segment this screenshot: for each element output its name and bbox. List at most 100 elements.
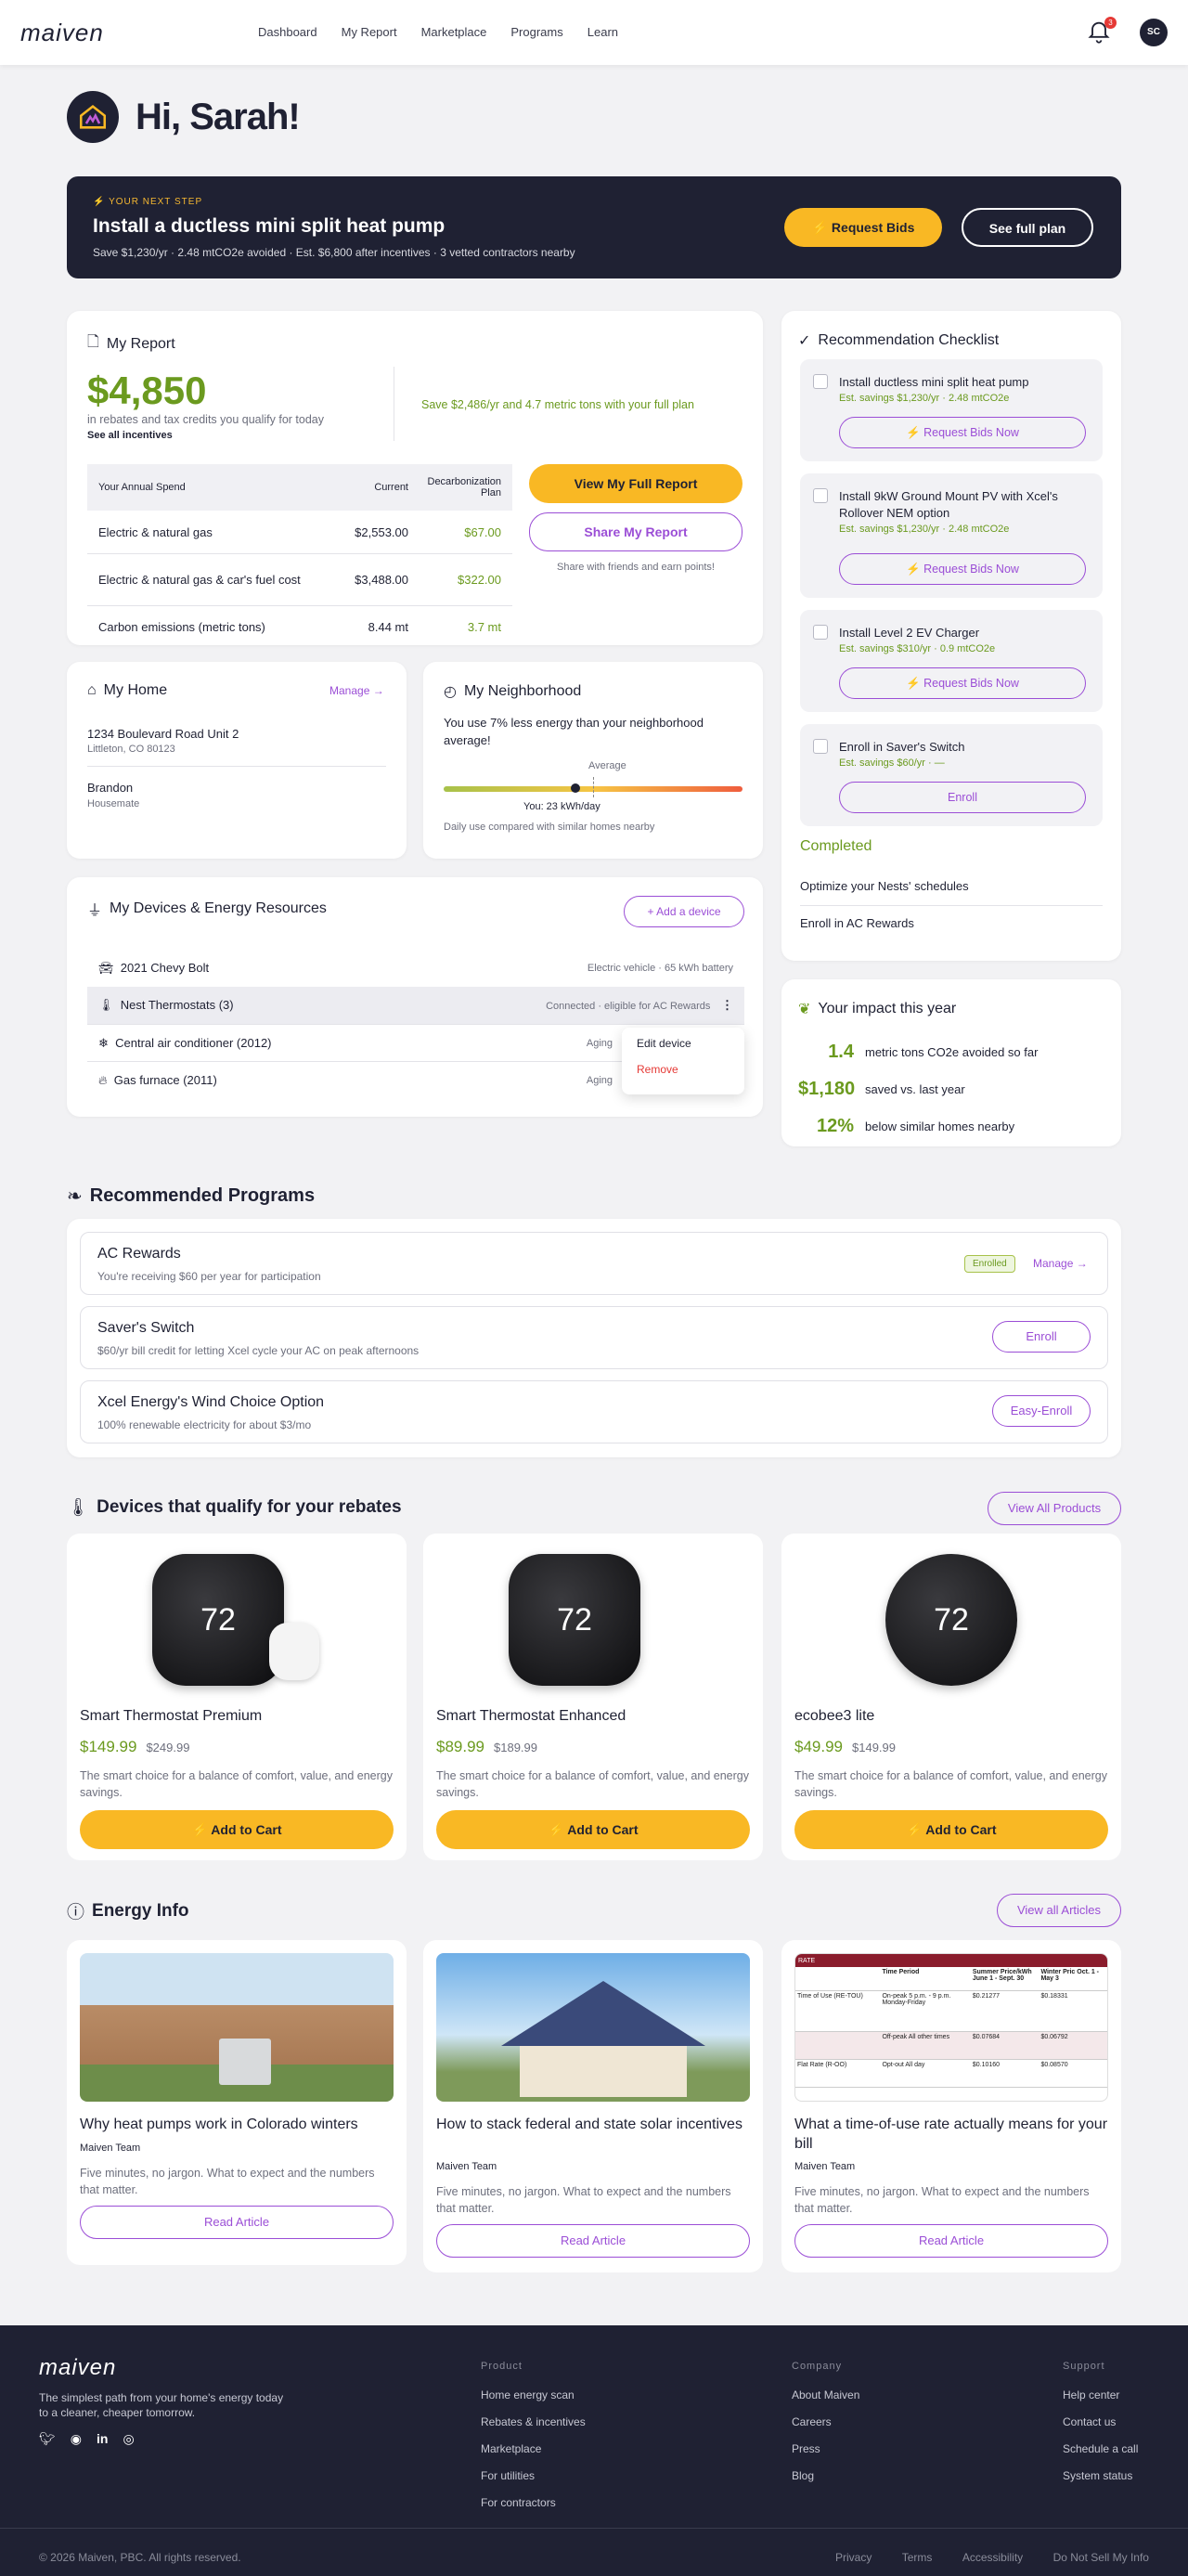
nav-dashboard[interactable]: Dashboard: [258, 25, 317, 39]
impact-value: 1.4: [828, 1041, 854, 1062]
product-name[interactable]: ecobee3 lite: [794, 1708, 874, 1725]
nav-programs[interactable]: Programs: [510, 25, 562, 39]
checklist-checkbox[interactable]: [813, 739, 828, 754]
maiven-logo[interactable]: maiven: [20, 19, 104, 47]
checklist-checkbox[interactable]: [813, 488, 828, 503]
program-name: AC Rewards: [97, 1246, 181, 1262]
info-icon: ⓘ: [67, 1903, 85, 1922]
checklist-checkbox[interactable]: [813, 625, 828, 640]
manage-program-link[interactable]: Manage →: [1033, 1257, 1088, 1270]
price-row: $149.99 $249.99: [80, 1738, 189, 1756]
add-to-cart-button[interactable]: ⚡ Add to Cart: [80, 1810, 394, 1849]
impact-stats: 1.4 metric tons CO2e avoided so far $1,18…: [798, 1033, 1104, 1145]
github-icon[interactable]: ◉: [71, 2431, 82, 2447]
product-price: $89.99: [436, 1738, 484, 1755]
device-row[interactable]: 🚘︎ 2021 Chevy Bolt Electric vehicle · 65 …: [87, 950, 744, 987]
footer-link[interactable]: Press: [792, 2442, 859, 2455]
footer-logo[interactable]: maiven: [39, 2355, 116, 2381]
request-bids-button[interactable]: ⚡ Request Bids: [784, 208, 942, 247]
see-all-incentives-link[interactable]: See all incentives: [87, 430, 173, 441]
product-old-price: $189.99: [494, 1741, 537, 1754]
product-card: 72 ecobee3 lite $49.99 $149.99 The smart…: [781, 1534, 1121, 1860]
more-options-icon[interactable]: ⋮: [721, 998, 733, 1012]
edit-device-option[interactable]: Edit device: [637, 1037, 730, 1050]
device-name: Nest Thermostats (3): [120, 998, 234, 1012]
check-icon: ✓: [798, 333, 811, 349]
product-name[interactable]: Smart Thermostat Premium: [80, 1708, 262, 1725]
rate-table-row: Time of Use (RE-TOU) On-peak 5 p.m. - 9 …: [795, 1991, 1107, 2032]
footer-link[interactable]: System status: [1063, 2469, 1138, 2482]
do-not-sell-link[interactable]: Do Not Sell My Info: [1053, 2551, 1149, 2564]
checklist-header: ✓ Recommendation Checklist: [798, 332, 1000, 349]
footer-link[interactable]: Home energy scan: [481, 2388, 586, 2401]
program-desc: You're receiving $60 per year for partic…: [97, 1270, 321, 1283]
remove-device-option[interactable]: Remove: [637, 1063, 730, 1076]
products-header: 🌡︎ Devices that qualify for your rebates: [67, 1497, 402, 1518]
checklist-item-meta: Est. savings $1,230/yr · 2.48 mtCO2e: [839, 393, 1010, 404]
privacy-link[interactable]: Privacy: [835, 2551, 872, 2564]
view-all-articles-button[interactable]: View all Articles: [997, 1894, 1121, 1927]
footer-col-product: Product Home energy scan Rebates & incen…: [481, 2361, 586, 2523]
add-device-button[interactable]: + Add a device: [624, 896, 744, 927]
device-meta: Aging: [586, 1074, 613, 1086]
document-icon: 🗋: [87, 334, 99, 350]
footer-link[interactable]: About Maiven: [792, 2388, 859, 2401]
easy-enroll-button[interactable]: Easy-Enroll: [992, 1395, 1091, 1427]
checklist-action-button[interactable]: Enroll: [839, 782, 1086, 813]
footer-link[interactable]: Contact us: [1063, 2415, 1138, 2428]
rate-table-col-heads: Time Period Summer Price/kWh June 1 - Se…: [795, 1967, 1107, 1991]
add-to-cart-button[interactable]: ⚡ Add to Cart: [794, 1810, 1108, 1849]
thermometer-icon: 🌡︎: [98, 998, 114, 1012]
accessibility-link[interactable]: Accessibility: [962, 2551, 1023, 2564]
checklist-item-title: Install 9kW Ground Mount PV with Xcel's …: [839, 489, 1058, 520]
programs-card: AC Rewards You're receiving $60 per year…: [67, 1219, 1121, 1457]
article-title[interactable]: How to stack federal and state solar inc…: [436, 2115, 750, 2134]
energy-info-header: ⓘ Energy Info: [67, 1898, 189, 1923]
nav-my-report[interactable]: My Report: [342, 25, 397, 39]
see-full-plan-button[interactable]: See full plan: [962, 208, 1093, 247]
share-report-button[interactable]: Share My Report: [529, 512, 742, 551]
enroll-button[interactable]: Enroll: [992, 1321, 1091, 1353]
add-to-cart-button[interactable]: ⚡ Add to Cart: [436, 1810, 750, 1849]
read-article-button[interactable]: Read Article: [794, 2224, 1108, 2258]
footer-col-heading: Product: [481, 2361, 523, 2372]
view-full-report-button[interactable]: View My Full Report: [529, 464, 742, 503]
checklist-action-button[interactable]: ⚡ Request Bids Now: [839, 553, 1086, 585]
programs-header: ❧ Recommended Programs: [67, 1185, 316, 1207]
terms-link[interactable]: Terms: [902, 2551, 933, 2564]
nav-marketplace[interactable]: Marketplace: [421, 25, 487, 39]
share-note: Share with friends and earn points!: [557, 562, 715, 573]
checklist-action-button[interactable]: ⚡ Request Bids Now: [839, 667, 1086, 699]
footer-link[interactable]: Blog: [792, 2469, 859, 2482]
table-row: Electric & natural gas & car's fuel cost…: [87, 553, 512, 605]
twitter-icon[interactable]: 🐦︎: [39, 2431, 56, 2447]
read-article-button[interactable]: Read Article: [436, 2224, 750, 2258]
my-report-card: 🗋 My Report $4,850 in rebates and tax cre…: [67, 311, 763, 645]
footer-link[interactable]: Schedule a call: [1063, 2442, 1138, 2455]
manage-home-link[interactable]: Manage →: [329, 684, 384, 697]
linkedin-icon[interactable]: in: [97, 2431, 108, 2447]
impact-card: ❦ Your impact this year 1.4 metric tons CO…: [781, 979, 1121, 1146]
footer-link[interactable]: Careers: [792, 2415, 859, 2428]
checklist-action-button[interactable]: ⚡ Request Bids Now: [839, 417, 1086, 448]
article-title[interactable]: What a time-of-use rate actually means f…: [794, 2115, 1108, 2154]
rate-table-row: Flat Rate (R-OO) Opt-out All day $0.1016…: [795, 2060, 1107, 2088]
footer-link[interactable]: For utilities: [481, 2469, 586, 2482]
device-row[interactable]: 🌡︎ Nest Thermostats (3) Connected · eligi…: [87, 987, 744, 1024]
social-links: 🐦︎ ◉ in ◎: [39, 2431, 135, 2447]
footer-link[interactable]: For contractors: [481, 2496, 586, 2509]
program-desc: $60/yr bill credit for letting Xcel cycl…: [97, 1344, 420, 1357]
impact-stat: 12% below similar homes nearby: [798, 1107, 1104, 1145]
footer-link[interactable]: Rebates & incentives: [481, 2415, 586, 2428]
view-all-products-button[interactable]: View All Products: [988, 1492, 1121, 1525]
article-title[interactable]: Why heat pumps work in Colorado winters: [80, 2115, 394, 2134]
checklist-checkbox[interactable]: [813, 374, 828, 389]
user-avatar[interactable]: SC: [1140, 19, 1168, 46]
product-name[interactable]: Smart Thermostat Enhanced: [436, 1708, 626, 1725]
footer-link[interactable]: Marketplace: [481, 2442, 586, 2455]
read-article-button[interactable]: Read Article: [80, 2206, 394, 2239]
instagram-icon[interactable]: ◎: [123, 2431, 134, 2447]
rate-table-header: RATE: [795, 1954, 1107, 1967]
footer-link[interactable]: Help center: [1063, 2388, 1138, 2401]
nav-learn[interactable]: Learn: [588, 25, 618, 39]
